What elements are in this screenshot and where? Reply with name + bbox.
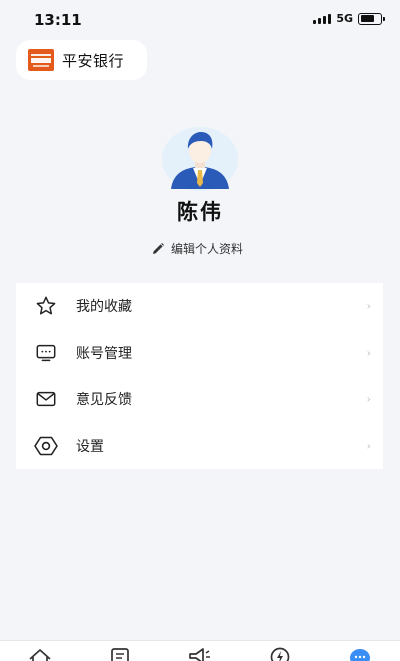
user-name: 陈伟	[177, 200, 223, 224]
battery-icon	[358, 12, 385, 25]
star-icon	[34, 294, 58, 318]
tab-announcements[interactable]	[187, 647, 213, 661]
signal-icon	[313, 13, 332, 24]
menu-label-account: 账号管理	[76, 345, 132, 362]
tab-home[interactable]	[27, 647, 53, 661]
brand-badge[interactable]: 平安银行	[16, 40, 147, 80]
menu-item-account[interactable]: 账号管理 ›	[16, 330, 383, 377]
mail-icon	[34, 387, 58, 411]
menu-item-favorites[interactable]: 我的收藏 ›	[16, 283, 383, 330]
chat-bubble-icon	[350, 649, 370, 661]
menu-label-settings: 设置	[76, 438, 104, 455]
menu-label-feedback: 意见反馈	[76, 392, 132, 409]
tab-profile[interactable]	[347, 647, 373, 661]
menu-list: 我的收藏 › 账号管理 › 意见反馈 › 设置 ›	[16, 283, 383, 469]
lightning-icon	[270, 647, 290, 661]
menu-item-feedback[interactable]: 意见反馈 ›	[16, 376, 383, 423]
status-indicators: 5G	[313, 12, 385, 25]
bank-logo-icon	[28, 49, 54, 71]
pencil-icon	[153, 242, 164, 254]
chevron-right-icon: ›	[366, 346, 371, 360]
menu-item-settings[interactable]: 设置 ›	[16, 423, 383, 470]
network-type: 5G	[336, 12, 353, 25]
tab-services[interactable]	[267, 647, 293, 661]
chevron-right-icon: ›	[366, 299, 371, 313]
chevron-right-icon: ›	[366, 392, 371, 406]
tab-documents[interactable]	[107, 647, 133, 661]
menu-label-favorites: 我的收藏	[76, 299, 132, 316]
person-avatar-icon	[162, 127, 238, 191]
edit-profile-link[interactable]: 编辑个人资料	[151, 240, 243, 257]
monitor-icon	[34, 341, 58, 365]
avatar[interactable]	[161, 127, 239, 191]
settings-hexagon-icon	[34, 434, 58, 458]
home-icon	[29, 649, 51, 661]
megaphone-icon	[189, 648, 210, 661]
brand-name: 平安银行	[62, 51, 125, 70]
edit-profile-label: 编辑个人资料	[171, 242, 244, 256]
status-time: 13:11	[34, 11, 82, 29]
bottom-tab-bar	[0, 640, 400, 661]
status-bar: 13:11 5G	[0, 0, 400, 40]
chevron-right-icon: ›	[366, 439, 371, 453]
document-icon	[111, 648, 129, 661]
